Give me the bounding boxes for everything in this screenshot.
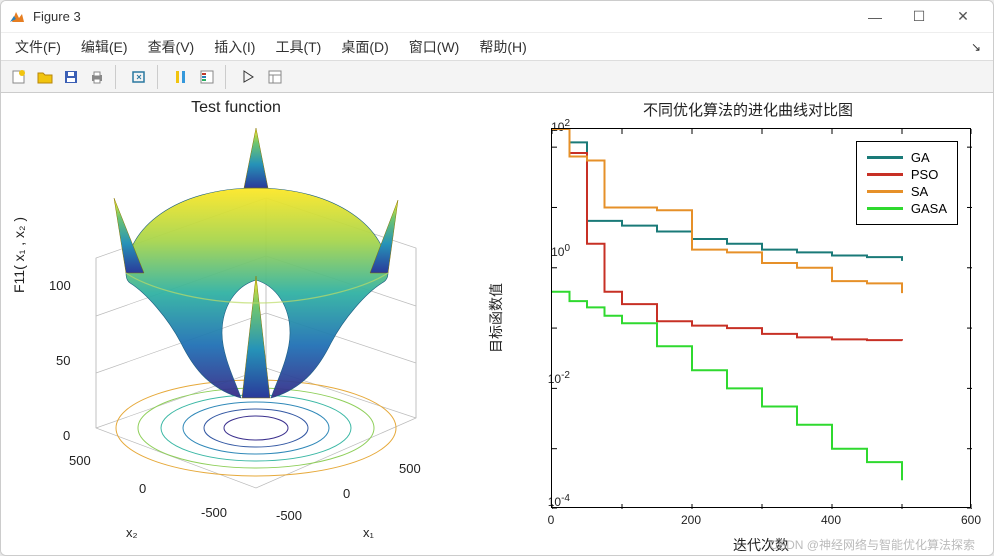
legend-pso: PSO (867, 167, 947, 182)
legend[interactable]: GA PSO SA GASA (856, 141, 958, 225)
xtick-200: 200 (671, 513, 711, 527)
close-button[interactable]: ✕ (941, 2, 985, 32)
x-axis-label: 迭代次数 (551, 535, 971, 555)
maximize-button[interactable]: ☐ (897, 2, 941, 32)
window-controls: — ☐ ✕ (853, 2, 985, 32)
legend-line-pso (867, 173, 903, 176)
toolbar (1, 61, 993, 93)
figure-window: Figure 3 — ☐ ✕ 文件(F) 编辑(E) 查看(V) 插入(I) 工… (0, 0, 994, 556)
menu-dropdown-icon[interactable]: ↘ (963, 40, 989, 54)
x2-axis-label: x₂ (126, 525, 138, 540)
x1tick-0: 0 (343, 486, 350, 501)
legend-line-ga (867, 156, 903, 159)
xtick-600: 600 (951, 513, 991, 527)
menu-tools[interactable]: 工具(T) (265, 33, 331, 61)
x2tick-n500: -500 (201, 505, 227, 520)
matlab-icon (9, 9, 25, 25)
surface-plot[interactable]: Test function F11( x₁ , x₂ ) 0 50 100 (1, 93, 471, 556)
menu-file[interactable]: 文件(F) (5, 33, 71, 61)
minimize-button[interactable]: — (853, 2, 897, 32)
insert-colorbar-button[interactable] (169, 65, 193, 89)
titlebar: Figure 3 — ☐ ✕ (1, 1, 993, 33)
convergence-title: 不同优化算法的进化曲线对比图 (521, 99, 975, 120)
insert-legend-button[interactable] (195, 65, 219, 89)
legend-label-gasa: GASA (911, 201, 947, 216)
menu-insert[interactable]: 插入(I) (204, 33, 265, 61)
menu-desktop[interactable]: 桌面(D) (331, 33, 398, 61)
open-property-inspector-button[interactable] (263, 65, 287, 89)
legend-gasa: GASA (867, 201, 947, 216)
x1-axis-label: x₁ (363, 525, 374, 540)
print-button[interactable] (85, 65, 109, 89)
menubar: 文件(F) 编辑(E) 查看(V) 插入(I) 工具(T) 桌面(D) 窗口(W… (1, 33, 993, 61)
legend-label-pso: PSO (911, 167, 938, 182)
menu-help[interactable]: 帮助(H) (469, 33, 536, 61)
x1tick-500: 500 (399, 461, 421, 476)
figure-area: Test function F11( x₁ , x₂ ) 0 50 100 (1, 93, 993, 556)
link-button[interactable] (127, 65, 151, 89)
open-button[interactable] (33, 65, 57, 89)
x2tick-0: 0 (139, 481, 146, 496)
legend-label-sa: SA (911, 184, 928, 199)
new-figure-button[interactable] (7, 65, 31, 89)
menu-view[interactable]: 查看(V) (138, 33, 205, 61)
x1tick-n500: -500 (276, 508, 302, 523)
surface-svg (56, 128, 436, 508)
surface-title: Test function (1, 99, 471, 117)
menu-window[interactable]: 窗口(W) (399, 33, 470, 61)
xtick-0: 0 (531, 513, 571, 527)
axes-box: GA PSO SA GASA (551, 128, 971, 508)
legend-label-ga: GA (911, 150, 930, 165)
z-axis-label: F11( x₁ , x₂ ) (11, 217, 27, 293)
y-axis-label: 目标函数值 (486, 283, 506, 353)
legend-line-gasa (867, 207, 903, 210)
legend-sa: SA (867, 184, 947, 199)
menu-edit[interactable]: 编辑(E) (71, 33, 138, 61)
xtick-400: 400 (811, 513, 851, 527)
legend-line-sa (867, 190, 903, 193)
convergence-plot[interactable]: 不同优化算法的进化曲线对比图 目标函数值 10-4 10-2 100 102 0… (471, 93, 994, 556)
edit-plot-button[interactable] (237, 65, 261, 89)
window-title: Figure 3 (33, 9, 853, 24)
save-button[interactable] (59, 65, 83, 89)
legend-ga: GA (867, 150, 947, 165)
x2tick-500: 500 (69, 453, 91, 468)
